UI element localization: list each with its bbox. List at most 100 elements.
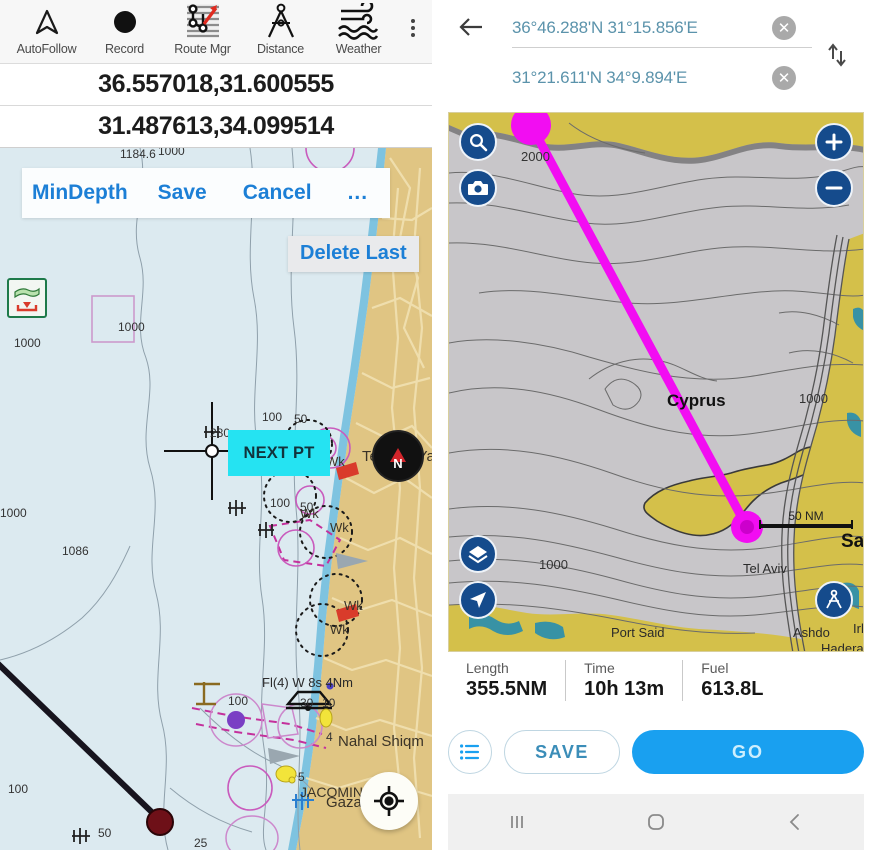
plus-icon[interactable]	[815, 123, 853, 161]
stat-fuel: Fuel 613.8L	[682, 660, 763, 701]
toolbar-item-record[interactable]: Record	[88, 2, 161, 56]
min-depth-button[interactable]: MinDepth	[32, 181, 128, 205]
depth-label: 1000	[14, 336, 41, 350]
navigation-arrow-icon	[32, 2, 62, 42]
save-route-button[interactable]: SAVE	[504, 730, 620, 774]
depth-label: 1086	[62, 544, 89, 558]
more-vertical-icon[interactable]	[400, 2, 426, 54]
wreck-label: Wk	[344, 598, 363, 613]
depth-label: 1184.6	[120, 148, 156, 161]
layers-icon[interactable]	[459, 535, 497, 573]
depth-label: 1000	[0, 506, 27, 520]
cancel-route-button[interactable]: Cancel	[243, 181, 312, 205]
stat-key: Length	[466, 660, 509, 676]
depth-label: 1000	[158, 148, 185, 158]
coordinate-readout-1: 36.557018,31.600555	[0, 64, 432, 106]
scale-label: 50 NM	[788, 509, 824, 523]
toolbar-label: Route Mgr	[174, 42, 231, 56]
depth-label: 1000	[118, 320, 145, 334]
gps-target-icon[interactable]	[360, 772, 418, 830]
panel-divider	[432, 0, 440, 850]
stat-length: Length 355.5NM	[448, 660, 547, 701]
home-icon[interactable]	[626, 802, 686, 842]
coordinate-readout-2: 31.487613,34.099514	[0, 106, 432, 148]
depth-label: 100	[270, 496, 291, 510]
overview-chart-canvas	[449, 113, 863, 651]
partial-place-label: Sa	[841, 531, 864, 552]
route-overview-map[interactable]: Cyprus 2000 1000 1000 Sa Haifa Irb Hader…	[448, 112, 864, 652]
depth-label: 50	[294, 412, 308, 426]
stat-key: Fuel	[701, 660, 729, 676]
wreck-label: Wk	[330, 520, 349, 535]
toolbar-item-autofollow[interactable]: AutoFollow	[10, 2, 83, 56]
search-icon[interactable]	[459, 123, 497, 161]
place-label-nahal-shiqma: Nahal Shiqm	[338, 733, 424, 750]
to-coordinate-text: 31°21.611'N 34°9.894'E	[512, 68, 688, 87]
delete-last-button[interactable]: Delete Last	[288, 236, 419, 272]
go-button[interactable]: GO	[632, 730, 864, 774]
town-label-ashdod: Ashdo	[793, 625, 830, 640]
depth-label: 2000	[521, 149, 550, 164]
stat-value: 613.8L	[701, 678, 764, 700]
save-route-button[interactable]: Save	[158, 181, 207, 205]
scale-bar-line	[759, 520, 853, 529]
from-coordinate-text: 36°46.288'N 31°15.856'E	[512, 17, 698, 37]
camera-icon[interactable]	[459, 169, 497, 207]
route-action-row: SAVE GO	[448, 728, 864, 776]
depth-label: 10	[322, 696, 336, 710]
depth-label: 30	[300, 696, 314, 710]
toolbar-item-distance[interactable]: Distance	[244, 2, 317, 56]
stat-value: 10h 13m	[584, 678, 665, 700]
toolbar-item-weather[interactable]: Weather	[322, 2, 395, 56]
wreck-label: Wk	[300, 506, 319, 521]
to-coordinate-field[interactable]: 31°21.611'N 34°9.894'E	[512, 58, 812, 98]
depth-label: 100	[262, 410, 283, 424]
route-action-bar: MinDepth Save Cancel ...	[22, 168, 390, 218]
android-back-icon[interactable]	[765, 802, 825, 842]
coordinate-text: 31.487613,34.099514	[98, 112, 334, 140]
depth-label: 100	[8, 782, 29, 796]
coordinate-text: 36.557018,31.600555	[98, 70, 334, 98]
town-label-hadera: Hadera	[821, 641, 864, 652]
chart-download-icon[interactable]	[7, 278, 47, 318]
depth-label: 1000	[799, 391, 828, 406]
stat-key: Time	[584, 660, 615, 676]
compass-north-label: N	[393, 456, 403, 471]
recents-icon[interactable]	[487, 802, 547, 842]
more-options-button[interactable]: ...	[348, 181, 369, 205]
compass-rose-icon[interactable]: N	[372, 430, 424, 482]
route-header: 36°46.288'N 31°15.856'E ✕ 31°21.611'N 34…	[432, 0, 880, 110]
depth-label: 4	[326, 730, 333, 744]
from-coordinate-field[interactable]: 36°46.288'N 31°15.856'E	[512, 8, 812, 48]
light-characteristic-label: Fl(4) W 8s 4Nm	[262, 675, 353, 690]
locate-arrow-icon[interactable]	[459, 581, 497, 619]
depth-label: 1000	[539, 557, 568, 572]
clear-circle-icon[interactable]: ✕	[772, 16, 796, 40]
save-label: SAVE	[535, 741, 589, 762]
app-root: AutoFollow Record Route Mgr Distance Wea…	[0, 0, 880, 850]
wreck-label: Wk	[330, 622, 349, 637]
scale-bar: 50 NM	[759, 509, 853, 529]
island-label-cyprus: Cyprus	[667, 391, 726, 410]
town-label-port-said: Port Said	[611, 625, 665, 640]
wind-wave-icon	[337, 2, 381, 42]
left-nautical-chart[interactable]: 1184.6 1000 1000 1000 1086 100 50 100 50…	[0, 148, 432, 850]
back-arrow-icon[interactable]	[456, 12, 486, 42]
delete-last-label: Delete Last	[300, 242, 407, 264]
list-icon[interactable]	[448, 730, 492, 774]
town-label-irbid: Irb	[853, 621, 863, 636]
toolbar-label: Distance	[256, 42, 305, 56]
town-label-tel-aviv: Tel Aviv	[743, 561, 787, 576]
divider-caliper-icon	[263, 2, 299, 42]
divider-caliper-icon[interactable]	[815, 581, 853, 619]
clear-circle-icon[interactable]: ✕	[772, 66, 796, 90]
depth-label: 5	[298, 770, 305, 784]
go-label: GO	[731, 741, 764, 762]
toolbar-item-route-mgr[interactable]: Route Mgr	[166, 2, 239, 56]
swap-vertical-icon[interactable]	[822, 40, 852, 70]
depth-label: 100	[228, 694, 249, 708]
route-stats: Length 355.5NM Time 10h 13m Fuel 613.8L	[448, 660, 864, 706]
minus-icon[interactable]	[815, 169, 853, 207]
next-point-badge[interactable]: NEXT PT	[228, 430, 330, 476]
android-navigation-bar	[448, 794, 864, 850]
